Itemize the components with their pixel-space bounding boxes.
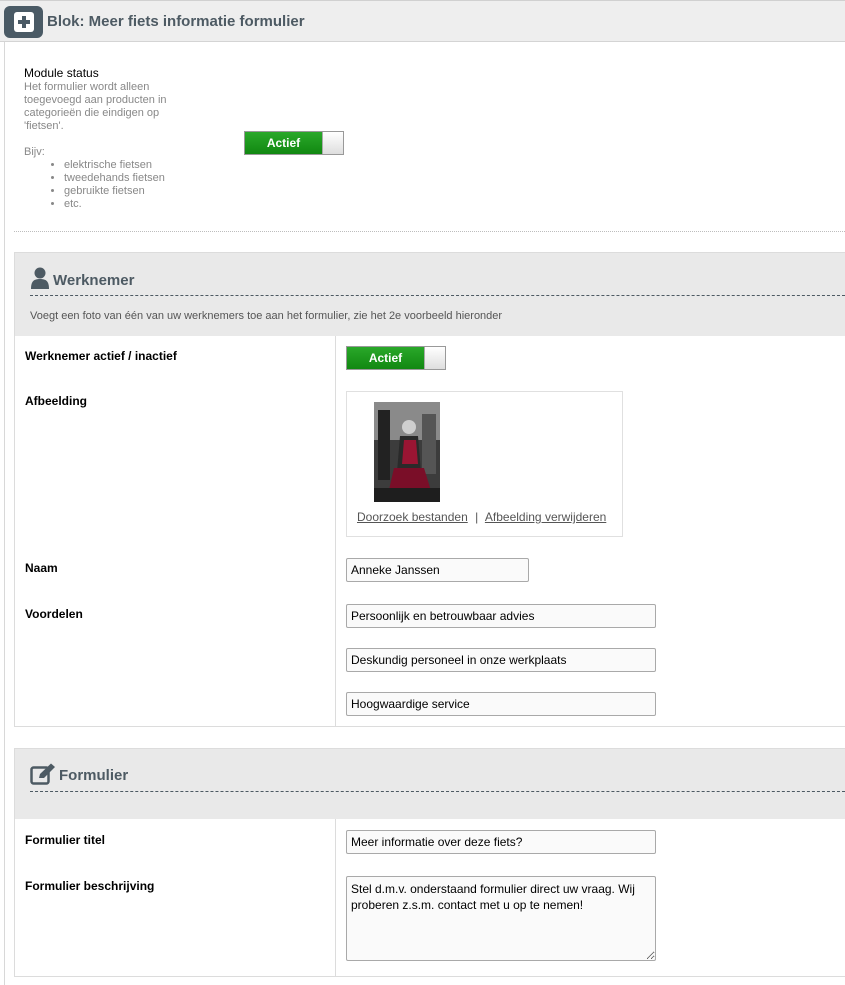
toggle-knob[interactable] (322, 132, 343, 154)
expand-button[interactable] (4, 6, 43, 38)
plus-icon (14, 12, 34, 32)
browse-files-link[interactable]: Doorzoek bestanden (357, 510, 468, 524)
section-rule (30, 791, 845, 792)
werknemer-section-header: Werknemer Voegt een foto van één van uw … (14, 252, 845, 337)
row-label: Voordelen (25, 607, 83, 621)
form-description-textarea[interactable]: Stel d.m.v. onderstaand formulier direct… (346, 876, 656, 961)
toggle-on-label: Actief (347, 347, 424, 369)
examples-heading: Bijv: (24, 146, 45, 158)
formulier-section-header: Formulier (14, 748, 845, 820)
toggle-on-label: Actief (245, 132, 322, 154)
name-input[interactable]: Anneke Janssen (346, 558, 529, 582)
left-rule (4, 42, 5, 985)
column-divider (335, 819, 336, 865)
employee-photo (374, 402, 440, 502)
block-header: Blok: Meer fiets informatie formulier (0, 1, 845, 42)
row-label: Naam (25, 561, 58, 575)
benefit-input-1[interactable]: Persoonlijk en betrouwbaar advies (346, 604, 656, 628)
module-status-title: Module status (24, 66, 99, 80)
divider (14, 231, 845, 232)
werknemer-active-toggle[interactable]: Actief (346, 346, 446, 370)
column-divider (335, 547, 336, 593)
form-title-input[interactable]: Meer informatie over deze fiets? (346, 830, 656, 854)
benefit-input-3[interactable]: Hoogwaardige service (346, 692, 656, 716)
row-label: Afbeelding (25, 394, 87, 408)
section-rule (30, 295, 845, 296)
row-label: Formulier titel (25, 833, 106, 847)
section-title: Formulier (59, 767, 129, 784)
list-item: etc. (64, 198, 165, 211)
image-preview-box: Doorzoek bestanden | Afbeelding verwijde… (346, 391, 623, 537)
column-divider (335, 865, 336, 976)
column-divider (335, 593, 336, 726)
list-item: tweedehands fietsen (64, 172, 165, 185)
list-item: elektrische fietsen (64, 159, 165, 172)
benefit-input-2[interactable]: Deskundig personeel in onze werkplaats (346, 648, 656, 672)
column-divider (335, 336, 336, 380)
column-divider (335, 380, 336, 547)
module-status-toggle[interactable]: Actief (244, 131, 344, 155)
toggle-knob[interactable] (424, 347, 445, 369)
section-title: Werknemer (53, 272, 135, 289)
user-icon (31, 267, 49, 289)
row-label: Formulier beschrijving (25, 879, 155, 893)
row-werknemer-active: Werknemer actief / inactief Actief (14, 336, 845, 381)
block-title: Blok: Meer fiets informatie formulier (47, 13, 305, 30)
module-status-description: Het formulier wordt alleen toegevoegd aa… (24, 81, 167, 132)
image-links: Doorzoek bestanden | Afbeelding verwijde… (357, 510, 606, 524)
section-description: Voegt een foto van één van uw werknemers… (30, 310, 503, 322)
edit-icon (30, 763, 55, 785)
link-separator: | (475, 510, 479, 524)
row-label: Werknemer actief / inactief (25, 349, 177, 363)
remove-image-link[interactable]: Afbeelding verwijderen (485, 510, 606, 524)
list-item: gebruikte fietsen (64, 185, 165, 198)
examples-list: elektrische fietsen tweedehands fietsen … (24, 159, 165, 211)
